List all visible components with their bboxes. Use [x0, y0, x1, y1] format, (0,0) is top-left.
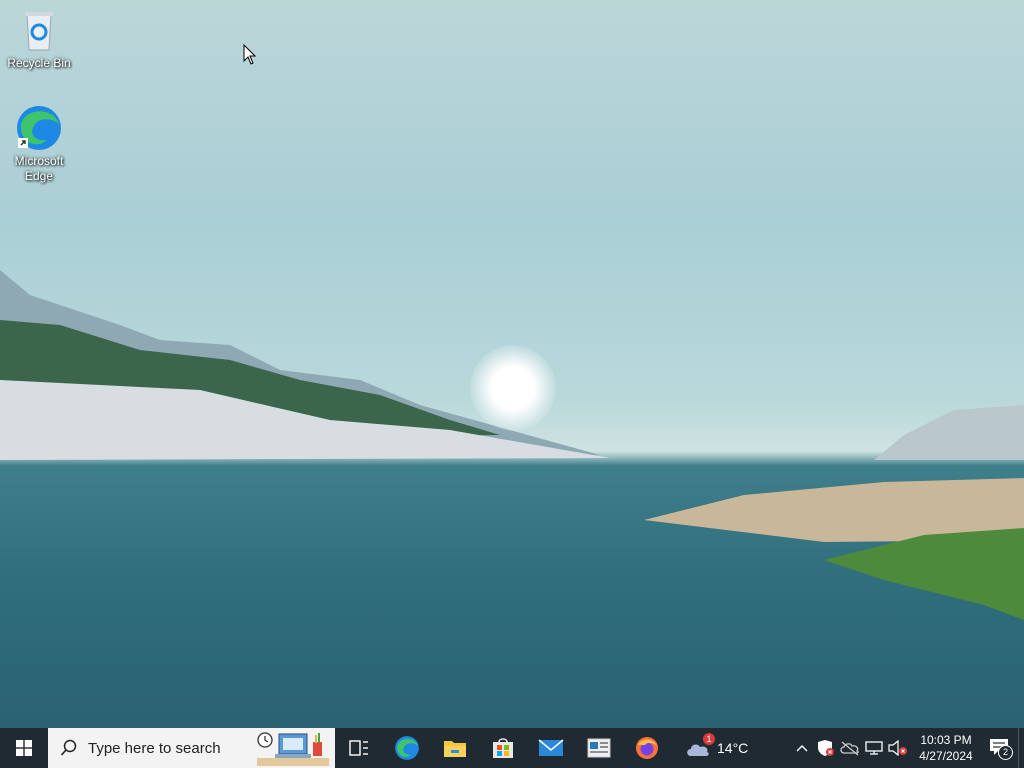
desktop-icon-label: Recycle Bin — [7, 56, 71, 70]
security-tray-button[interactable] — [814, 728, 838, 768]
desktop-icon-label: Microsoft Edge — [14, 154, 64, 183]
taskbar-firefox-button[interactable] — [623, 728, 671, 768]
clock[interactable]: 10:03 PM 4/27/2024 — [910, 732, 982, 764]
start-button[interactable] — [0, 728, 48, 768]
microsoft-store-icon — [493, 738, 513, 758]
taskbar-microsoft-store-button[interactable] — [479, 728, 527, 768]
edge-icon — [395, 736, 419, 760]
desktop[interactable]: Recycle Bin Microsoft Edge — [0, 0, 1024, 728]
show-hidden-icons-button[interactable] — [790, 728, 814, 768]
chevron-up-icon — [796, 745, 808, 752]
recycle-bin-icon — [15, 6, 63, 54]
taskbar: Type here to search 1 14°C 10:03 PM 4/27… — [0, 728, 1024, 768]
weather-temperature: 14°C — [717, 740, 749, 756]
action-center-button[interactable]: 2 — [982, 728, 1018, 768]
wallpaper-shore — [644, 405, 1024, 620]
news-icon — [587, 738, 611, 758]
show-desktop-button[interactable] — [1018, 728, 1024, 768]
notification-icon: 2 — [989, 738, 1013, 760]
mouse-cursor-icon — [243, 44, 257, 65]
weather-alert-badge: 1 — [703, 733, 715, 745]
search-highlight-illustration-icon — [257, 732, 329, 766]
taskbar-edge-button[interactable] — [383, 728, 431, 768]
task-view-icon — [349, 740, 368, 756]
clock-date: 4/27/2024 — [919, 749, 973, 763]
system-tray: 10:03 PM 4/27/2024 2 — [790, 728, 1024, 768]
notification-count-badge: 2 — [998, 745, 1013, 760]
cloud-offline-icon — [840, 741, 859, 756]
firefox-icon — [636, 737, 658, 759]
clock-time: 10:03 PM — [920, 733, 972, 747]
network-tray-button[interactable] — [862, 728, 886, 768]
volume-muted-icon — [888, 740, 907, 756]
cloud-icon: 1 — [685, 733, 715, 758]
task-view-button[interactable] — [335, 728, 383, 768]
search-placeholder: Type here to search — [88, 739, 221, 757]
file-explorer-icon — [444, 741, 466, 757]
onedrive-tray-button[interactable] — [838, 728, 862, 768]
search-icon — [60, 739, 77, 756]
taskbar-news-button[interactable] — [575, 728, 623, 768]
desktop-icon-microsoft-edge[interactable]: Microsoft Edge — [1, 104, 77, 184]
windows-logo-icon — [16, 740, 32, 756]
search-box[interactable]: Type here to search — [48, 728, 335, 768]
shield-warning-icon — [818, 740, 834, 756]
edge-icon — [15, 104, 63, 152]
mail-icon — [538, 739, 564, 756]
network-icon — [865, 741, 883, 755]
weather-widget[interactable]: 1 14°C — [685, 733, 765, 758]
sun — [470, 345, 556, 431]
taskbar-file-explorer-button[interactable] — [431, 728, 479, 768]
desktop-icon-recycle-bin[interactable]: Recycle Bin — [1, 6, 77, 71]
taskbar-mail-button[interactable] — [527, 728, 575, 768]
volume-tray-button[interactable] — [886, 728, 910, 768]
